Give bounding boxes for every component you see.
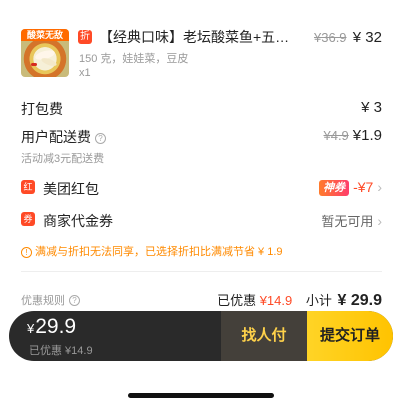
- discounted-label: 已优惠: [217, 293, 257, 308]
- red-packet-discount: -¥7: [353, 179, 374, 195]
- thumbnail-tag: 酸菜无敌: [21, 29, 69, 41]
- product-name: 【经典口味】老坛酸菜鱼+五…: [99, 29, 290, 45]
- delivery-fee-original: ¥4.9: [323, 128, 349, 143]
- delivery-fee-value: ¥1.9: [352, 127, 382, 144]
- subtotal-label: 小计: [305, 293, 332, 308]
- discounted-value: ¥14.9: [259, 293, 293, 308]
- subtotal-value: ¥ 29.9: [337, 292, 382, 309]
- product-original-price: ¥36.9: [314, 30, 347, 45]
- packing-fee-value: ¥ 3: [361, 99, 382, 116]
- help-icon: ?: [69, 295, 80, 306]
- home-indicator: [128, 393, 274, 398]
- help-icon[interactable]: ?: [95, 133, 106, 144]
- product-item[interactable]: 酸菜无敌 折 【经典口味】老坛酸菜鱼+五… ¥36.9 ¥ 32 150 克，娃…: [21, 29, 382, 81]
- product-price: ¥ 32: [352, 29, 382, 46]
- divider: [21, 271, 382, 272]
- submit-order-button[interactable]: 提交订单: [307, 311, 393, 361]
- discount-rules[interactable]: 优惠规则?: [21, 292, 80, 308]
- product-thumbnail: 酸菜无敌: [21, 29, 69, 77]
- packing-fee-row: 打包费 ¥ 3: [21, 99, 382, 117]
- saved-amount: 已优惠 ¥14.9: [29, 345, 93, 357]
- red-packet-row[interactable]: 红 美团红包 神券 -¥7 ›: [21, 179, 382, 197]
- red-packet-icon: 红: [21, 180, 35, 194]
- delivery-fee-value-wrap: ¥4.9 ¥1.9: [323, 127, 382, 144]
- rules-label: 优惠规则: [21, 295, 65, 307]
- delivery-fee-label: 用户配送费: [21, 129, 91, 145]
- info-icon: !: [21, 247, 32, 258]
- red-packet-label: 美团红包: [43, 181, 99, 197]
- voucher-icon: 券: [21, 212, 35, 226]
- product-spec: 150 克，娃娃菜，豆皮: [79, 53, 189, 65]
- voucher-label: 商家代金券: [43, 213, 113, 229]
- discount-badge: 折: [78, 30, 92, 44]
- voucher-row[interactable]: 券 商家代金券 暂无可用 ›: [21, 211, 382, 229]
- voucher-status: 暂无可用: [321, 214, 374, 229]
- voucher-value-wrap: 暂无可用 ›: [321, 211, 382, 230]
- delivery-fee-row: 用户配送费? ¥4.9 ¥1.9: [21, 127, 382, 145]
- currency-symbol: ¥: [27, 321, 35, 336]
- packing-fee-label: 打包费: [21, 101, 63, 117]
- coupon-badge: 神券: [319, 180, 350, 196]
- order-summary: 已优惠 ¥14.9 小计 ¥ 29.9: [217, 290, 382, 310]
- find-someone-pay-button[interactable]: 找人付: [221, 311, 307, 361]
- delivery-fee-label-wrap: 用户配送费?: [21, 127, 106, 147]
- pay-amount-value: 29.9: [35, 315, 77, 338]
- discount-notice: ! 满减与折扣无法同享，已选择折扣比满减节省 ¥ 1.9: [21, 243, 382, 259]
- delivery-fee-note: 活动减3元配送费: [21, 153, 105, 165]
- red-packet-value-wrap: 神券 -¥7 ›: [319, 179, 382, 196]
- chevron-right-icon: ›: [377, 179, 382, 195]
- pay-amount: ¥29.9: [27, 315, 76, 339]
- product-quantity: x1: [79, 67, 91, 79]
- notice-text: 满减与折扣无法同享，已选择折扣比满减节省 ¥ 1.9: [35, 246, 283, 258]
- chevron-right-icon: ›: [377, 213, 382, 229]
- checkout-bar: ¥29.9 已优惠 ¥14.9 找人付 提交订单: [9, 311, 393, 361]
- order-confirm-page: 酸菜无敌 折 【经典口味】老坛酸菜鱼+五… ¥36.9 ¥ 32 150 克，娃…: [0, 0, 402, 407]
